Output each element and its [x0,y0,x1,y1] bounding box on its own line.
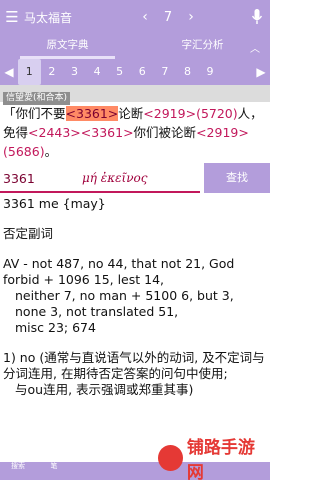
version-header: 信望愛(和合本) [0,85,270,105]
verse-number-7[interactable]: 7 [154,59,177,85]
book-title[interactable]: 马太福音 [24,9,134,26]
morph-code-tag[interactable]: (5686) [3,144,45,159]
entry-av-counts: AV - not 487, no 44, that not 21, God fo… [3,256,235,287]
prev-verse-icon[interactable]: ◀ [0,65,18,79]
strong-number-input[interactable]: 3361 [0,171,54,186]
top-toolbar: ☰ 马太福音 ‹ 7 › [0,0,270,34]
strong-number-tag[interactable]: <2919> [143,106,196,121]
next-verse-icon[interactable]: ▶ [252,65,270,79]
search-button[interactable]: 查找 [204,163,270,193]
menu-icon[interactable]: ☰ [0,8,24,26]
verse-text-part: 「你们不要 [3,106,66,121]
watermark-text: 铺路手游网 [186,438,255,480]
entry-part-of-speech: 否定副词 [3,226,54,241]
verse-number-9[interactable]: 9 [199,59,222,85]
next-chapter-button[interactable]: › [180,9,202,25]
verse-number-5[interactable]: 5 [108,59,131,85]
verse-number-8[interactable]: 8 [176,59,199,85]
dictionary-entry: 3361 me {may} 否定副词 AV - not 487, no 44, … [3,196,267,398]
bottom-search-button[interactable]: 搜索 [0,462,36,480]
watermark: 铺路手游网 [158,438,268,480]
input-underline [0,191,200,193]
strong-number-tag[interactable]: <3361> [81,125,134,140]
verse-selector: ◀ 123456789 ▶ [0,59,270,85]
microphone-icon[interactable] [252,9,262,25]
morph-code-tag[interactable]: (5720) [196,106,238,121]
strong-number-tag[interactable]: <3361> [65,106,119,121]
chevron-up-icon[interactable]: ︿ [250,40,260,55]
entry-headword: 3361 me {may} [3,196,106,211]
tab-original-dictionary[interactable]: 原文字典 [0,34,135,59]
strong-number-tag[interactable]: <2919> [196,125,249,140]
watermark-logo-icon [158,445,183,471]
verse-text-part: 你们被论断 [133,125,197,140]
entry-definition: 与ou连用, 表示强调或郑重其事) [15,382,194,397]
strong-number-tag[interactable]: <2443> [28,125,81,140]
tab-bar: 原文字典 字汇分析 ︿ [0,34,270,59]
verse-text-part: 。 [44,144,58,159]
verse-text-part: 论断 [118,106,144,121]
entry-definition: 1) no (通常与直说语气以外的动词, 及不定词与分词连用, 在期待否定答案的… [3,350,265,381]
verse-number-2[interactable]: 2 [41,59,64,85]
verse-number-4[interactable]: 4 [86,59,109,85]
verse-number-3[interactable]: 3 [63,59,86,85]
verse-number-6[interactable]: 6 [131,59,154,85]
entry-av-counts: neither 7, no man + 5100 6, but 3, none … [15,288,234,319]
entry-av-counts: misc 23; 674 [15,320,96,335]
verse-number-1[interactable]: 1 [18,59,41,85]
prev-chapter-button[interactable]: ‹ [134,9,156,25]
chapter-number[interactable]: 7 [156,10,180,25]
bottom-notes-button[interactable]: 笔 [36,462,72,480]
verse-text: 「你们不要<3361>论断<2919>(5720)人，免得<2443><3361… [3,104,267,161]
